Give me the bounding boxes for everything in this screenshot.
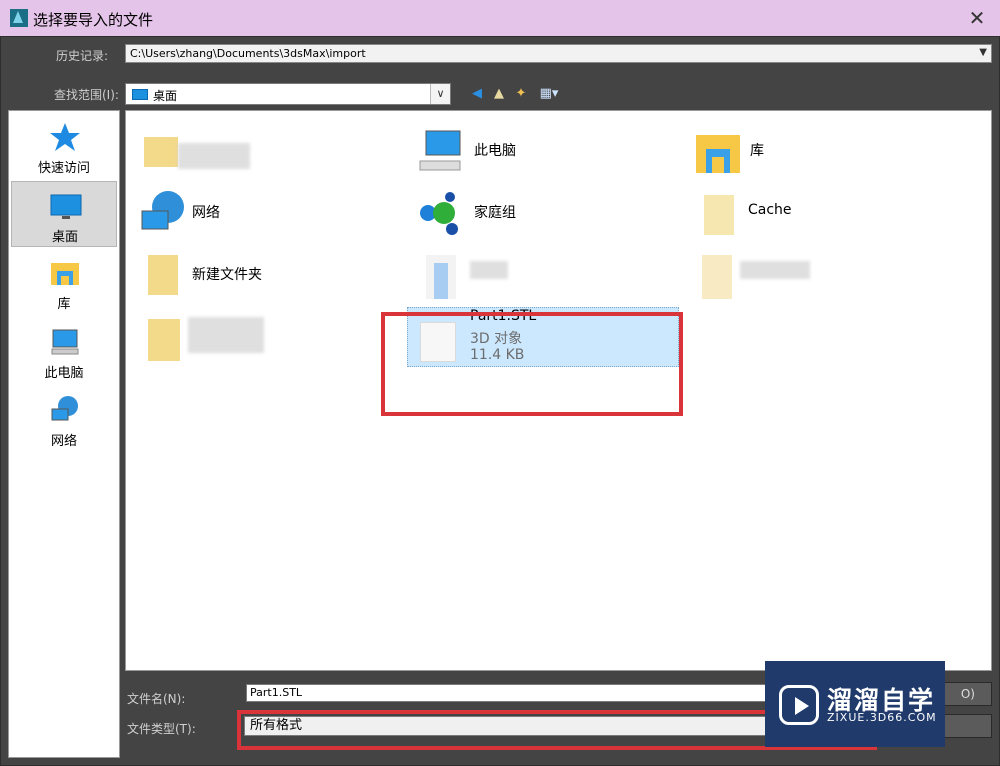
place-this-pc[interactable]: 此电脑 [11,318,117,384]
list-item-blurred-folder-3[interactable] [130,307,390,363]
back-icon[interactable]: ◀ [468,86,486,102]
title-bar: 选择要导入的文件 ✕ [0,0,1000,36]
watermark: 溜溜自学 ZIXUE.3D66.COM [765,661,945,747]
library-icon [51,263,79,285]
item-name: 库 [750,143,764,159]
history-combo[interactable]: C:\Users\zhang\Documents\3dsMax\import ▼ [125,44,992,63]
list-item-library[interactable]: 库 [684,121,944,177]
history-label: 历史记录: [56,49,109,63]
list-item-blurred-file[interactable] [408,245,668,301]
place-label: 网络 [50,434,77,449]
place-label: 快速访问 [37,161,90,176]
network-icon [141,191,184,230]
desktop-icon [132,89,148,100]
list-item-blurred-folder-2[interactable] [684,245,944,301]
list-item-homegroup[interactable]: 家庭组 [408,183,668,239]
network-icon [51,396,78,421]
file-name-input[interactable]: Part1.STL [246,684,776,702]
place-label: 此电脑 [44,366,84,381]
folder-icon [702,255,732,299]
place-desktop[interactable]: 桌面 [11,181,117,247]
item-name: Cache [748,202,792,218]
up-folder-icon[interactable]: ▲ [490,86,508,102]
place-quick-access[interactable]: 快速访问 [11,113,117,179]
computer-icon [51,329,79,355]
chevron-down-icon[interactable]: ▼ [979,46,987,59]
list-item-network[interactable]: 网络 [130,183,390,239]
homegroup-icon [420,192,458,235]
window-title: 选择要导入的文件 [33,11,154,29]
lookin-combo[interactable]: 桌面 ∨ [125,83,451,105]
places-bar: 快速访问 桌面 库 此电脑 网络 [8,110,120,758]
history-value: C:\Users\zhang\Documents\3dsMax\import [130,47,366,60]
place-label: 库 [57,297,71,312]
place-network[interactable]: 网络 [11,386,117,452]
view-menu-icon[interactable]: ▦▾ [536,86,562,102]
file-name-label: 文件名(N): [127,692,186,706]
new-folder-icon[interactable]: ✦ [512,86,530,102]
lookin-label: 查找范围(I): [54,88,119,102]
folder-icon [704,195,734,235]
watermark-url: ZIXUE.3D66.COM [827,711,937,724]
chevron-down-icon[interactable]: ∨ [430,84,450,104]
item-name: 此电脑 [474,143,516,159]
item-name: 网络 [192,205,220,221]
list-item-new-folder[interactable]: 新建文件夹 [130,245,390,301]
list-item-blurred-folder[interactable] [130,119,390,175]
library-icon [696,135,740,173]
lookin-value: 桌面 [153,89,178,103]
place-label: 桌面 [51,230,78,245]
file-list[interactable]: 此电脑 库 网络 家庭组 Cache 新建文件夹 Part1.STL 3D 对象… [125,110,992,671]
item-name: 家庭组 [474,205,516,221]
list-item-this-pc[interactable]: 此电脑 [408,121,668,177]
star-icon [50,123,80,151]
place-library[interactable]: 库 [11,249,117,315]
list-item-cache[interactable]: Cache [684,183,944,239]
file-icon [426,255,456,299]
item-name: 新建文件夹 [192,267,262,283]
desktop-icon [50,194,82,219]
file-type-label: 文件类型(T): [127,722,196,736]
folder-icon [148,319,180,361]
highlight-box-file [381,312,683,416]
folder-icon [148,255,178,295]
play-logo-icon [779,685,819,725]
close-icon[interactable]: ✕ [964,5,990,31]
computer-icon [419,130,461,171]
3dsmax-app-icon [10,9,28,27]
